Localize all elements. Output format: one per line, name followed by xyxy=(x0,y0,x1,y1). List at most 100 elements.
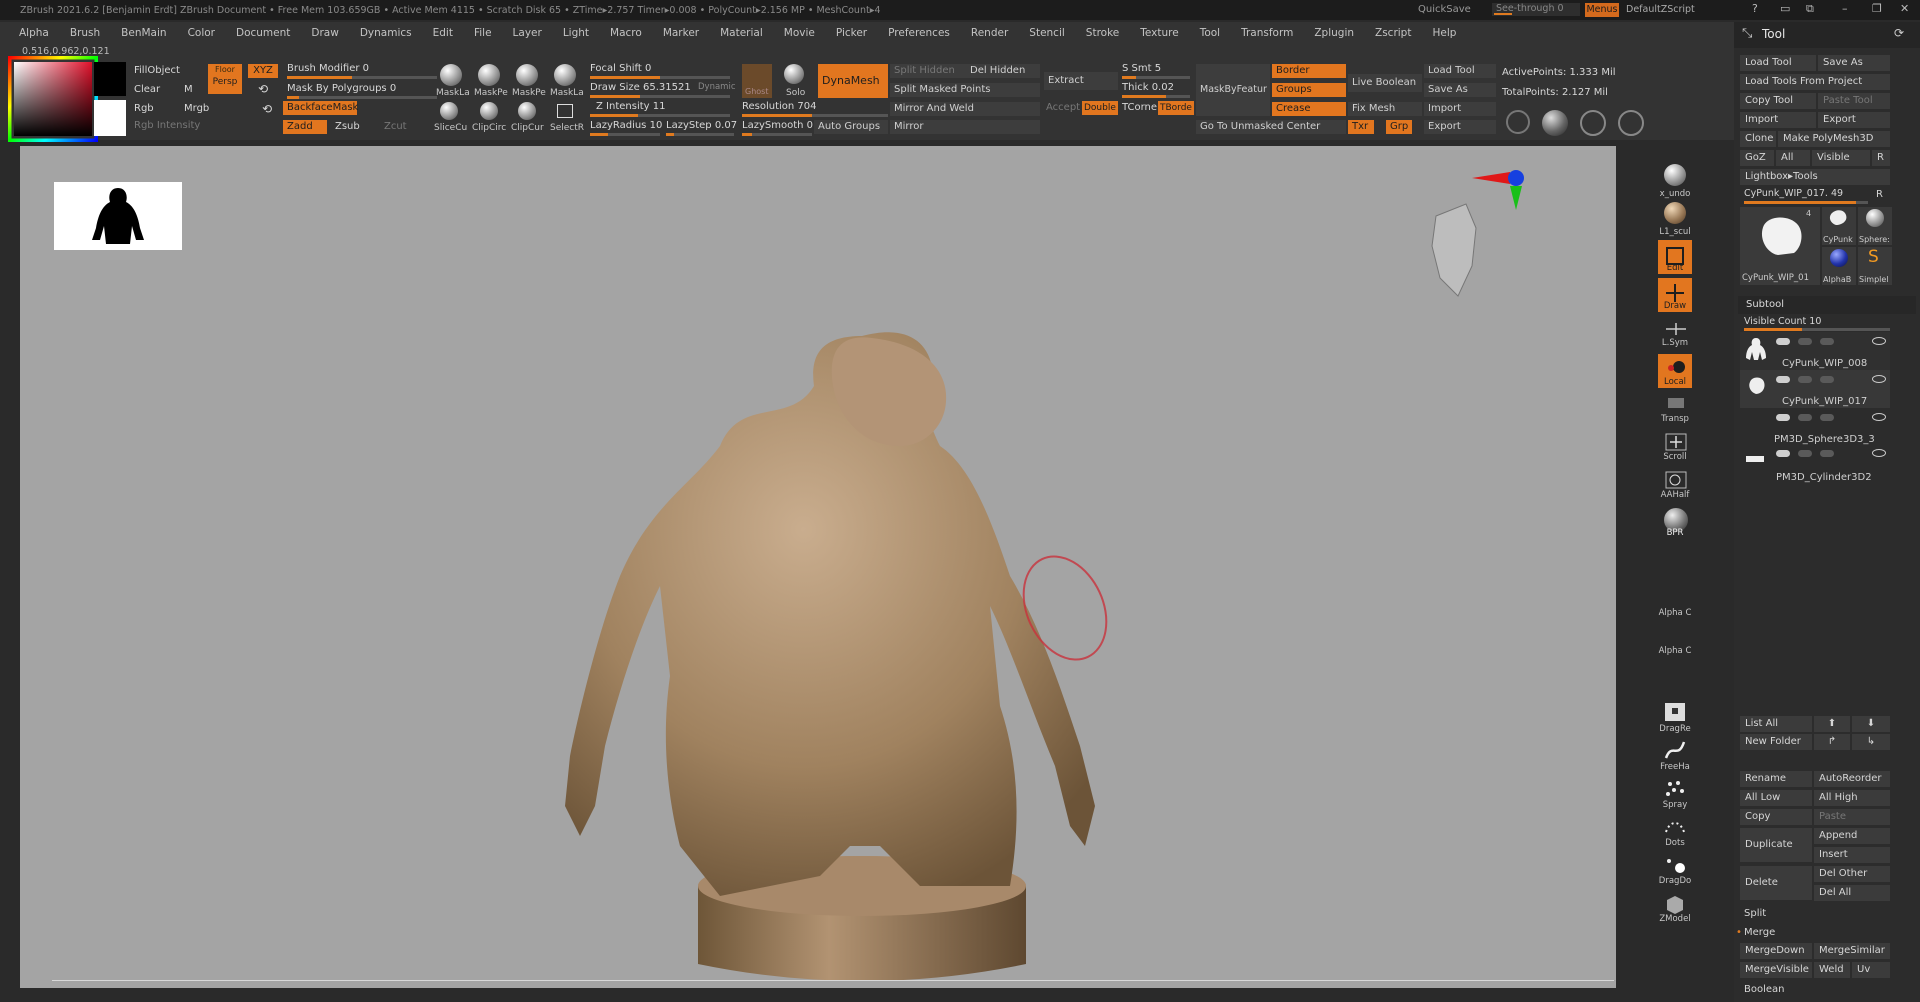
groups-button[interactable]: Groups xyxy=(1272,83,1346,97)
menu-movie[interactable]: Movie xyxy=(784,27,815,39)
auto-groups-button[interactable]: Auto Groups xyxy=(814,120,888,134)
focal-shift-track[interactable] xyxy=(590,76,730,79)
new-folder-button[interactable]: New Folder xyxy=(1740,734,1812,750)
close-icon[interactable]: ✕ xyxy=(1900,2,1909,15)
del-all-button[interactable]: Del All xyxy=(1814,885,1890,901)
navigation-thumbnail[interactable] xyxy=(54,182,182,250)
solo-icon[interactable] xyxy=(784,64,804,84)
clone-button[interactable]: Clone xyxy=(1740,131,1776,147)
solo-button[interactable]: Solo xyxy=(786,88,805,98)
dynamesh-button[interactable]: DynaMesh xyxy=(818,64,888,98)
persp-button[interactable]: Floor Persp xyxy=(208,64,242,94)
canvas-viewport[interactable] xyxy=(20,146,1616,988)
restore-icon[interactable]: ❐ xyxy=(1872,2,1882,15)
copy-tool-button[interactable]: Copy Tool xyxy=(1740,93,1816,109)
fill-object-button[interactable]: FillObject xyxy=(134,65,180,76)
del-other-button[interactable]: Del Other xyxy=(1814,866,1890,882)
menu-edit[interactable]: Edit xyxy=(433,27,453,39)
window-layout-icon[interactable]: ⧉ xyxy=(1806,2,1814,16)
mask-by-polygroups-slider[interactable]: Mask By Polygroups 0 xyxy=(287,83,396,94)
live-boolean-button[interactable]: Live Boolean xyxy=(1348,74,1422,92)
material-sphere-icon[interactable] xyxy=(1542,110,1568,136)
menu-transform[interactable]: Transform xyxy=(1241,27,1293,39)
border-button[interactable]: Border xyxy=(1272,64,1346,78)
tool-thumb-simplebrush[interactable]: S Simplel xyxy=(1858,247,1892,285)
subtool-toggle-8[interactable] xyxy=(1798,414,1812,421)
paste-button[interactable]: Paste xyxy=(1814,809,1890,825)
s-smt-track[interactable] xyxy=(1122,76,1190,79)
delete-button[interactable]: Delete xyxy=(1740,866,1812,900)
see-through-slider[interactable]: See-through 0 xyxy=(1492,3,1580,16)
mask-pen-brush-icon[interactable] xyxy=(478,64,500,86)
z-intensity-slider[interactable]: Z Intensity 11 xyxy=(596,101,665,112)
default-zscript-button[interactable]: DefaultZScript xyxy=(1626,4,1695,15)
rotate-icon[interactable]: ⟲ xyxy=(258,82,268,96)
zadd-button[interactable]: Zadd xyxy=(283,120,327,134)
save-as-button[interactable]: Save As xyxy=(1818,55,1890,71)
refresh-icon[interactable]: ⟳ xyxy=(1894,26,1904,40)
eye-icon-4[interactable] xyxy=(1872,449,1886,457)
menu-render[interactable]: Render xyxy=(971,27,1008,39)
fix-mesh-button[interactable]: Fix Mesh xyxy=(1348,102,1422,116)
menu-file[interactable]: File xyxy=(474,27,492,39)
layout-icon[interactable]: ▭ xyxy=(1780,2,1790,15)
subtool-toggle-2[interactable] xyxy=(1798,338,1812,345)
drag-rect-icon[interactable] xyxy=(1662,700,1688,724)
lightbox-tools-button[interactable]: Lightbox▸Tools xyxy=(1740,169,1890,185)
menu-document[interactable]: Document xyxy=(236,27,290,39)
crease-button[interactable]: Crease xyxy=(1272,102,1346,116)
split-section[interactable]: Split xyxy=(1744,908,1766,919)
go-to-unmasked-center-button[interactable]: Go To Unmasked Center xyxy=(1196,120,1346,134)
minimize-icon[interactable]: – xyxy=(1842,2,1848,15)
menu-color[interactable]: Color xyxy=(188,27,215,39)
thick-slider[interactable]: Thick 0.02 xyxy=(1122,82,1174,93)
scroll-hand-icon[interactable] xyxy=(1664,432,1688,452)
split-hidden-button[interactable]: Split Hidden xyxy=(890,64,968,78)
mirror-button[interactable]: Mirror xyxy=(890,120,1040,134)
menu-zscript[interactable]: Zscript xyxy=(1375,27,1411,39)
menu-brush[interactable]: Brush xyxy=(70,27,100,39)
current-tool-track[interactable] xyxy=(1744,201,1868,204)
subtool-header[interactable]: Subtool xyxy=(1738,296,1916,314)
drag-dot-icon[interactable] xyxy=(1662,854,1688,876)
accept-button[interactable]: Accept xyxy=(1046,102,1080,113)
ghost-button[interactable]: Ghost xyxy=(742,64,772,98)
del-hidden-button[interactable]: Del Hidden xyxy=(966,64,1040,78)
shelf-label-alpha-1[interactable]: Alpha C xyxy=(1652,608,1698,618)
eye-icon[interactable] xyxy=(1872,337,1886,345)
resolution-track[interactable] xyxy=(742,114,888,117)
orientation-gizmo[interactable] xyxy=(1431,170,1524,297)
rgb-intensity-slider[interactable]: Rgb Intensity xyxy=(134,120,200,131)
sculpt-canvas[interactable] xyxy=(20,146,1616,988)
lazy-radius-slider[interactable]: LazyRadius 10 xyxy=(590,120,662,131)
menu-stencil[interactable]: Stencil xyxy=(1029,27,1065,39)
zsub-button[interactable]: Zsub xyxy=(335,121,360,132)
menu-marker[interactable]: Marker xyxy=(663,27,699,39)
dynamic-button[interactable]: Dynamic xyxy=(698,82,736,92)
menu-alpha[interactable]: Alpha xyxy=(19,27,49,39)
clip-curve-brush-icon[interactable] xyxy=(518,102,536,120)
color-picker[interactable] xyxy=(8,56,98,142)
mrgb-button[interactable]: Mrgb xyxy=(184,103,209,114)
load-tools-from-project-button[interactable]: Load Tools From Project xyxy=(1740,74,1890,90)
draw-button[interactable]: Draw xyxy=(1658,278,1692,312)
main-color-swatch[interactable] xyxy=(94,62,126,96)
lazy-smooth-track[interactable] xyxy=(742,133,812,136)
dots-icon[interactable] xyxy=(1662,816,1688,838)
tool-panel-header[interactable]: ⤡ Tool ⟳ xyxy=(1734,22,1920,48)
lazy-smooth-slider[interactable]: LazySmooth 0 xyxy=(742,120,813,131)
subtool-item-sphere[interactable]: PM3D_Sphere3D3_3 xyxy=(1740,408,1890,446)
export-button[interactable]: Export xyxy=(1818,112,1890,128)
local-symmetry-icon[interactable] xyxy=(1664,322,1688,336)
menu-picker[interactable]: Picker xyxy=(836,27,867,39)
rgb-button[interactable]: Rgb xyxy=(134,103,154,114)
quicksave-button[interactable]: QuickSave xyxy=(1418,4,1471,15)
menu-preferences[interactable]: Preferences xyxy=(888,27,950,39)
lazy-radius-track[interactable] xyxy=(590,133,660,136)
subtool-toggle-12[interactable] xyxy=(1820,450,1834,457)
subtool-toggle-3[interactable] xyxy=(1820,338,1834,345)
subtool-toggle-9[interactable] xyxy=(1820,414,1834,421)
visible-count-track[interactable] xyxy=(1744,328,1890,331)
top-save-as-button[interactable]: Save As xyxy=(1424,83,1496,97)
m-button[interactable]: M xyxy=(184,84,193,95)
